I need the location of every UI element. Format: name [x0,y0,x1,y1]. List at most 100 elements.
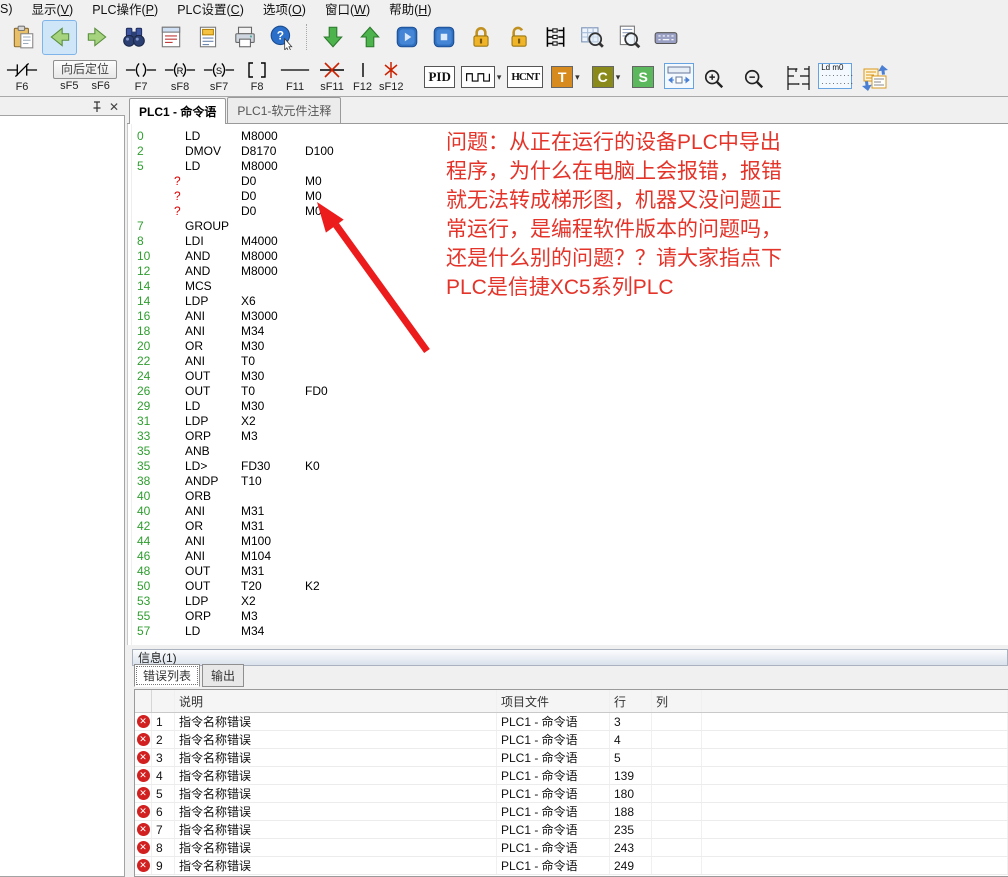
column-header-column[interactable]: 列 [652,690,702,712]
menu-item[interactable]: 选项(O) [263,0,306,18]
soft-keyboard-button[interactable] [648,20,683,55]
nc-contact-button[interactable]: F6 [6,60,38,93]
code-line[interactable]: 31 LDP X2 [128,414,1008,429]
error-project-file: PLC1 - 命令语 [497,713,610,730]
code-line[interactable]: 26 OUT T0 FD0 [128,384,1008,399]
code-line[interactable]: 16 ANI M3000 [128,309,1008,324]
unlock-button[interactable] [500,20,535,55]
tab-plc1-instruction-list[interactable]: PLC1 - 命令语 [129,98,226,124]
zoom-in-button[interactable] [703,68,725,90]
close-icon[interactable]: ✕ [109,102,119,112]
error-number: 8 [152,839,175,856]
menu-item[interactable]: S) [0,2,13,16]
column-header-project-file[interactable]: 项目文件 [497,690,610,712]
find-in-grid-button[interactable] [574,20,609,55]
code-line[interactable]: 40 ANI M31 [128,504,1008,519]
error-row[interactable]: ✕ 1 指令名称错误 PLC1 - 命令语 3 [135,713,1008,731]
ladder-view-button[interactable] [784,64,814,92]
instruction-list-editor[interactable]: 0 LD M8000 2 DMOV D8170 D100 [127,124,1008,645]
delete-horizontal-line-button[interactable]: sF11 [318,60,346,93]
code-line[interactable]: 33 ORP M3 [128,429,1008,444]
error-row[interactable]: ✕ 3 指令名称错误 PLC1 - 命令语 5 [135,749,1008,767]
error-description: 指令名称错误 [175,749,497,766]
export-document-button[interactable] [153,20,188,55]
code-line[interactable]: 42 OR M31 [128,519,1008,534]
stop-plc-button[interactable] [426,20,461,55]
line-step-number: 12 [137,264,150,278]
column-width-toggle[interactable] [664,63,694,89]
code-line[interactable]: 48 OUT M31 [128,564,1008,579]
find-button[interactable] [116,20,151,55]
code-line[interactable]: 44 ANI M100 [128,534,1008,549]
download-to-plc-button[interactable] [315,20,350,55]
error-row[interactable]: ✕ 9 指令名称错误 PLC1 - 命令语 249 [135,857,1008,875]
operand-1: M31 [241,564,264,578]
operand-1: M3 [241,609,258,623]
navigate-back-button[interactable] [42,20,77,55]
code-line[interactable]: 20 OR M30 [128,339,1008,354]
tab-error-list[interactable]: 错误列表 [134,664,200,687]
pin-icon[interactable] [92,101,102,113]
lock-button[interactable] [463,20,498,55]
upload-from-plc-button[interactable] [352,20,387,55]
left-panel-body[interactable] [0,115,125,877]
timer-button[interactable]: T [551,66,573,88]
help-button[interactable]: ? [264,20,299,55]
horizontal-line-button[interactable]: F11 [279,60,311,93]
menu-item[interactable]: PLC操作(P) [92,0,158,18]
code-line[interactable]: 22 ANI T0 [128,354,1008,369]
instruction-view-toggle[interactable]: Ld m0 ········· ········· [818,63,852,89]
tab-plc1-device-comment[interactable]: PLC1-软元件注释 [227,97,341,123]
error-row[interactable]: ✕ 5 指令名称错误 PLC1 - 命令语 180 [135,785,1008,803]
menu-item[interactable]: 显示(V) [32,0,74,18]
document-button[interactable] [190,20,225,55]
code-line[interactable]: 29 LD M30 [128,399,1008,414]
run-plc-button[interactable] [389,20,424,55]
line-step-number: 40 [137,489,150,503]
navigate-forward-button[interactable] [79,20,114,55]
paste-button[interactable] [5,20,40,55]
error-row[interactable]: ✕ 7 指令名称错误 PLC1 - 命令语 235 [135,821,1008,839]
error-row[interactable]: ✕ 2 指令名称错误 PLC1 - 命令语 4 [135,731,1008,749]
find-in-document-button[interactable] [611,20,646,55]
code-line[interactable]: 24 OUT M30 [128,369,1008,384]
code-line[interactable]: 57 LD M34 [128,624,1008,639]
column-header-line[interactable]: 行 [610,690,652,712]
print-button[interactable] [227,20,262,55]
error-row[interactable]: ✕ 4 指令名称错误 PLC1 - 命令语 139 [135,767,1008,785]
code-line[interactable]: 53 LDP X2 [128,594,1008,609]
delete-vertical-line-button[interactable]: sF12 [379,60,403,93]
convert-view-button[interactable] [860,63,890,93]
code-line[interactable]: 38 ANDP T10 [128,474,1008,489]
counter-button[interactable]: C [592,66,614,88]
coil-button[interactable]: F7 [125,60,157,93]
hcnt-button[interactable]: HCNT [507,66,543,88]
tab-output[interactable]: 输出 [202,664,244,687]
menu-item[interactable]: 窗口(W) [325,0,370,18]
pid-button[interactable]: PID [424,66,454,88]
code-line[interactable]: 46 ANI M104 [128,549,1008,564]
io-config-button[interactable] [537,20,572,55]
reset-coil-button[interactable]: R sF8 [164,60,196,93]
code-line[interactable]: 18 ANI M34 [128,324,1008,339]
code-line[interactable]: 35 ANB [128,444,1008,459]
timer-dropdown-arrow[interactable]: ▾ [575,72,580,88]
state-button[interactable]: S [632,66,654,88]
code-line[interactable]: 50 OUT T20 K2 [128,579,1008,594]
code-line[interactable]: 40 ORB [128,489,1008,504]
function-block-button[interactable]: F8 [242,60,272,93]
menu-item[interactable]: 帮助(H) [389,0,431,18]
back-locate-button[interactable]: 向后定位 sF5 sF6 [53,60,117,92]
column-header-description[interactable]: 说明 [175,690,497,712]
error-row[interactable]: ✕ 6 指令名称错误 PLC1 - 命令语 188 [135,803,1008,821]
code-line[interactable]: 55 ORP M3 [128,609,1008,624]
menu-item[interactable]: PLC设置(C) [177,0,244,18]
counter-dropdown-arrow[interactable]: ▾ [616,72,621,88]
pulse-button[interactable] [461,66,495,88]
code-line[interactable]: 35 LD> FD30 K0 [128,459,1008,474]
vertical-line-button[interactable]: F12 [353,60,372,93]
zoom-out-button[interactable] [743,68,765,90]
pulse-dropdown-arrow[interactable]: ▾ [497,72,502,88]
set-coil-button[interactable]: S sF7 [203,60,235,93]
error-row[interactable]: ✕ 8 指令名称错误 PLC1 - 命令语 243 [135,839,1008,857]
